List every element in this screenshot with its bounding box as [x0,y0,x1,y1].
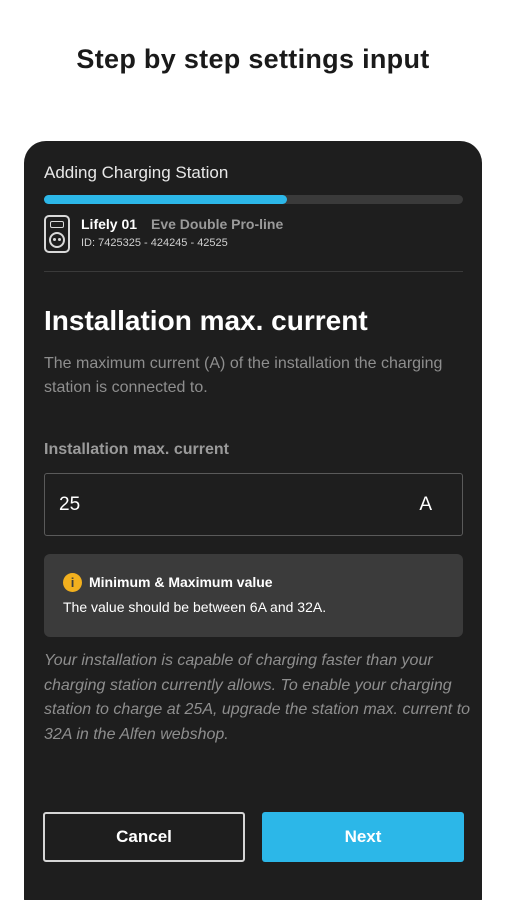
page-title: Installation max. current [44,305,368,336]
charging-station-icon [44,215,70,253]
unit-label: A [419,494,432,515]
info-text: The value should be between 6A and 32A. [63,599,327,615]
info-box: i Minimum & Maximum value The value shou… [44,554,463,637]
info-title: Minimum & Maximum value [89,574,273,590]
progress-bar [44,195,463,204]
station-name: Lifely 01 [81,216,138,232]
page-caption: Step by step settings input [76,44,430,74]
max-current-input[interactable] [59,474,389,535]
station-model: Eve Double Pro-line [151,216,284,232]
next-button[interactable]: Next [262,812,464,862]
app-screen: Adding Charging Station Lifely 01 Eve Do… [24,141,482,900]
upgrade-note: Your installation is capable of charging… [44,652,471,743]
page-description: The maximum current (A) of the installat… [44,355,443,396]
cancel-button[interactable]: Cancel [43,812,245,862]
wizard-title: Adding Charging Station [44,163,229,182]
max-current-field: A [44,473,463,536]
divider [44,271,463,272]
field-label: Installation max. current [44,441,229,458]
info-icon: i [63,573,82,592]
station-id: ID: 7425325 - 424245 - 42525 [81,237,228,249]
progress-bar-fill [44,195,288,204]
